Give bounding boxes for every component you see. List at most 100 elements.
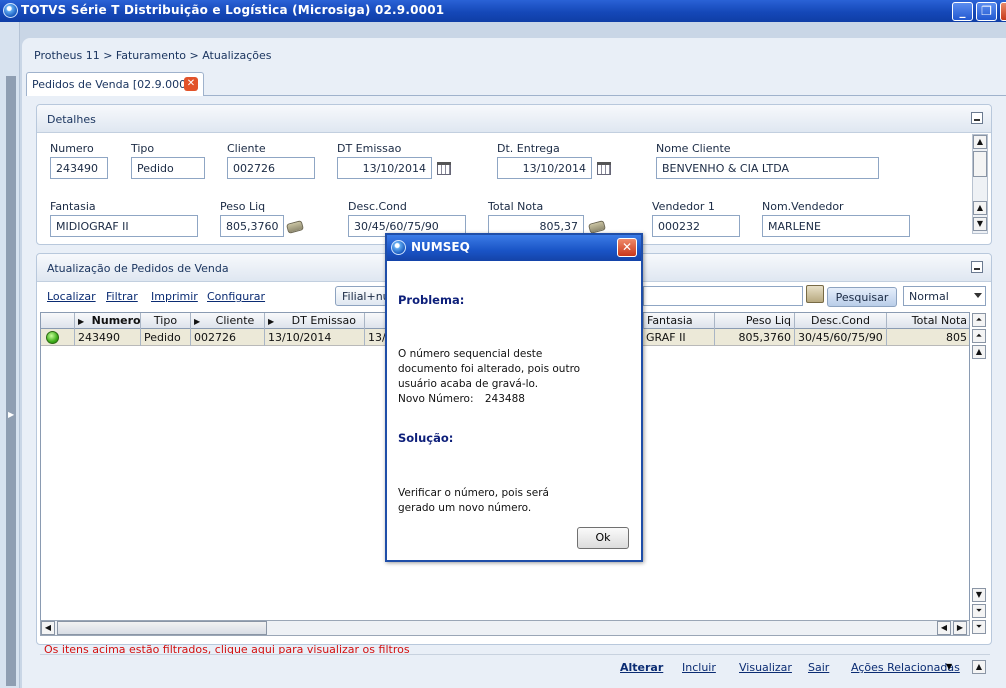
scroll-up-icon[interactable]: ▲	[972, 345, 986, 359]
scroll-right-icon[interactable]: ▶	[953, 621, 967, 635]
grid-header-tipo[interactable]: Tipo	[141, 313, 191, 329]
peso-liq-field[interactable]: 805,3760	[220, 215, 284, 237]
nom-vendedor-label: Nom.Vendedor	[762, 200, 844, 213]
left-sidebar-strip[interactable]: ▶	[0, 22, 20, 688]
imprimir-link[interactable]: Imprimir	[151, 290, 198, 303]
index-order-select[interactable]: Filial+nun	[335, 286, 387, 306]
scroll-up-icon[interactable]: ▲	[972, 660, 986, 674]
sort-arrow-icon: ▶	[268, 317, 275, 326]
grid-header-fantasia[interactable]: Fantasia	[643, 313, 715, 329]
new-number-label: Novo Número:	[398, 393, 474, 405]
peso-liq-label: Peso Liq	[220, 200, 266, 213]
grid-header-desc-cond[interactable]: Desc.Cond	[795, 313, 887, 329]
new-number-value: 243488	[484, 393, 525, 405]
dt-emissao-label: DT Emissao	[337, 142, 402, 155]
vendedor1-field[interactable]: 000232	[652, 215, 740, 237]
scroll-down-icon[interactable]: ▼	[973, 217, 987, 231]
search-options-icon[interactable]	[806, 285, 824, 303]
scroll-bottom-icon[interactable]: ⏷	[972, 620, 986, 634]
status-green-icon	[46, 331, 59, 344]
tab-label: Pedidos de Venda [02.9.0005]	[32, 78, 198, 91]
scroll-left-icon[interactable]: ◀	[41, 621, 55, 635]
restore-button[interactable]: ❐	[976, 2, 997, 21]
nom-vendedor-field[interactable]: MARLENE	[762, 215, 910, 237]
close-window-button[interactable]: ✕	[1000, 2, 1006, 21]
dialog-title: NUMSEQ	[411, 240, 470, 254]
cell-desc-cond: 30/45/60/75/90	[795, 329, 887, 346]
scroll-up-icon[interactable]: ▲	[973, 135, 987, 149]
pesquisar-button[interactable]: Pesquisar	[827, 287, 897, 307]
numero-field[interactable]: 243490	[50, 157, 108, 179]
cell-peso-liq: 805,3760	[715, 329, 795, 346]
cell-tipo: Pedido	[141, 329, 191, 346]
sair-link[interactable]: Sair	[808, 661, 829, 674]
cliente-label: Cliente	[227, 142, 266, 155]
expand-sidebar-icon[interactable]: ▶	[8, 410, 14, 419]
app-icon	[391, 240, 406, 255]
cliente-field[interactable]: 002726	[227, 157, 315, 179]
solution-header: Solução:	[398, 431, 454, 445]
dt-emissao-field[interactable]: 13/10/2014	[337, 157, 432, 179]
dialog-titlebar: NUMSEQ ✕	[387, 235, 641, 261]
tab-close-icon[interactable]: ✕	[184, 77, 198, 91]
scroll-thumb[interactable]	[973, 151, 987, 177]
solution-text: Verificar o número, pois será gerado um …	[398, 487, 549, 514]
scroll-left-icon[interactable]: ◀	[937, 621, 951, 635]
collapse-atualizacao-icon[interactable]	[971, 261, 983, 273]
scroll-page-down-icon[interactable]: ⏷	[972, 604, 986, 618]
grid-header-numero[interactable]: ▶ Numero	[75, 313, 141, 329]
incluir-link[interactable]: Incluir	[682, 661, 716, 674]
calendar-icon[interactable]	[437, 162, 451, 175]
numero-label: Numero	[50, 142, 94, 155]
dialog-close-button[interactable]: ✕	[617, 238, 637, 257]
scroll-page-up-icon[interactable]: ⏶	[972, 329, 986, 343]
detalhes-header: Detalhes	[37, 105, 991, 133]
grid-horizontal-scrollbar[interactable]: ◀ ◀ ▶	[40, 620, 970, 636]
dt-entrega-field[interactable]: 13/10/2014	[497, 157, 592, 179]
breadcrumb: Protheus 11 > Faturamento > Atualizações	[34, 49, 272, 62]
grid-header-cliente[interactable]: ▶ Cliente	[191, 313, 265, 329]
numseq-dialog: NUMSEQ ✕ Problema: O número sequencial d…	[385, 233, 643, 562]
nome-cliente-field[interactable]: BENVENHO & CIA LTDA	[656, 157, 879, 179]
cell-cliente: 002726	[191, 329, 265, 346]
localizar-link[interactable]: Localizar	[47, 290, 96, 303]
scroll-down-icon[interactable]: ▼	[972, 588, 986, 602]
tipo-label: Tipo	[131, 142, 155, 155]
window-titlebar: TOTVS Série T Distribuição e Logística (…	[0, 0, 1006, 22]
tipo-field[interactable]: Pedido	[131, 157, 205, 179]
chevron-down-icon[interactable]: ▼	[946, 662, 952, 671]
detalhes-scrollbar[interactable]: ▲ ▲ ▼	[972, 134, 988, 234]
cell-dt-emissao: 13/10/2014	[265, 329, 365, 346]
tab-pedidos-de-venda[interactable]: Pedidos de Venda [02.9.0005] ✕	[26, 72, 204, 96]
sidebar-handle[interactable]	[6, 76, 16, 686]
desc-cond-label: Desc.Cond	[348, 200, 407, 213]
search-input[interactable]	[643, 286, 803, 306]
configurar-link[interactable]: Configurar	[207, 290, 265, 303]
alterar-link[interactable]: Alterar	[620, 661, 663, 674]
grid-header-total-nota[interactable]: Total Nota	[887, 313, 969, 329]
app-icon	[3, 3, 18, 18]
scroll-up-icon[interactable]: ▲	[973, 201, 987, 215]
visualizar-link[interactable]: Visualizar	[739, 661, 792, 674]
grid-header-status	[41, 313, 75, 329]
cell-total-nota: 805	[887, 329, 969, 346]
horizontal-scroll-thumb[interactable]	[57, 621, 267, 635]
grid-header-dt-emissao[interactable]: ▶ DT Emissao	[265, 313, 365, 329]
acoes-relacionadas-link[interactable]: Ações Relacionadas	[851, 661, 960, 674]
sort-arrow-icon: ▶	[78, 317, 85, 326]
vendedor1-label: Vendedor 1	[652, 200, 715, 213]
dt-entrega-label: Dt. Entrega	[497, 142, 560, 155]
collapse-detalhes-icon[interactable]	[971, 112, 983, 124]
fantasia-field[interactable]: MIDIOGRAF II	[50, 215, 198, 237]
ok-button[interactable]: Ok	[577, 527, 629, 549]
view-mode-select[interactable]: Normal	[903, 286, 986, 306]
grid-header-peso-liq[interactable]: Peso Liq	[715, 313, 795, 329]
new-number-row: Novo Número: 243488	[398, 392, 525, 407]
filtrar-link[interactable]: Filtrar	[106, 290, 138, 303]
minimize-button[interactable]: _	[952, 2, 973, 21]
nome-cliente-label: Nome Cliente	[656, 142, 731, 155]
scroll-top-icon[interactable]: ⏶	[972, 313, 986, 327]
problem-text: O número sequencial deste documento foi …	[398, 348, 581, 390]
view-mode-value: Normal	[909, 290, 949, 303]
calendar-icon[interactable]	[597, 162, 611, 175]
